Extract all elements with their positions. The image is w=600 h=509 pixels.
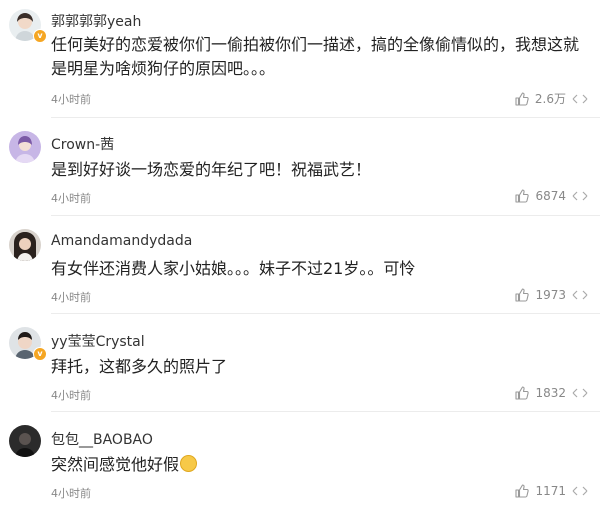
- like-button[interactable]: 1973: [515, 288, 588, 302]
- comment-username[interactable]: 郭郭郭郭yeah: [51, 11, 141, 31]
- comment-item: v yy莹莹Crystal 拜托，这都多久的照片了 4小时前 1832: [0, 314, 600, 412]
- avatar-woman-icon: [9, 229, 41, 261]
- like-button[interactable]: 1832: [515, 386, 588, 400]
- comment-text: 任何美好的恋爱被你们一偷拍被你们一描述，搞的全像偷情似的，我想这就是明星为啥烦狗…: [51, 35, 580, 78]
- more-options-icon[interactable]: [572, 189, 588, 203]
- thumbs-up-icon: [515, 386, 530, 400]
- like-count: 1171: [535, 484, 566, 498]
- comment-time: 4小时前: [51, 291, 91, 304]
- like-count: 6874: [535, 189, 566, 203]
- thumbs-up-icon: [515, 288, 530, 302]
- comment-username[interactable]: yy莹莹Crystal: [51, 331, 145, 351]
- avatar[interactable]: [9, 229, 41, 261]
- comment-username[interactable]: Crown-茜: [51, 134, 114, 154]
- verified-badge-icon: v: [33, 347, 47, 361]
- comment-username[interactable]: 包包__BAOBAO: [51, 429, 153, 449]
- comment-time: 4小时前: [51, 487, 91, 500]
- comment-text: 是到好好谈一场恋爱的年纪了吧！祝福武艺！: [51, 160, 372, 179]
- comment-text: 拜托，这都多久的照片了: [51, 357, 228, 376]
- like-button[interactable]: 1171: [515, 484, 588, 498]
- avatar-purple-icon: [9, 131, 41, 163]
- comment-username[interactable]: Amandamandydada: [51, 233, 192, 249]
- more-options-icon[interactable]: [572, 288, 588, 302]
- verified-badge-icon: v: [33, 29, 47, 43]
- comment-item: 包包__BAOBAO 突然间感觉他好假 4小时前 1171: [0, 412, 600, 509]
- more-options-icon[interactable]: [572, 386, 588, 400]
- like-button[interactable]: 2.6万: [515, 90, 588, 107]
- more-options-icon[interactable]: [572, 92, 588, 106]
- avatar-dark-icon: [9, 425, 41, 457]
- comment-item: v 郭郭郭郭yeah 任何美好的恋爱被你们一偷拍被你们一描述，搞的全像偷情似的，…: [0, 0, 600, 118]
- like-button[interactable]: 6874: [515, 189, 588, 203]
- comment-time: 4小时前: [51, 389, 91, 402]
- avatar[interactable]: [9, 425, 41, 457]
- more-options-icon[interactable]: [572, 484, 588, 498]
- comment-time: 4小时前: [51, 192, 91, 205]
- comment-text: 有女伴还消费人家小姑娘。。。妹子不过21岁。。可怜: [51, 259, 416, 278]
- thumbs-up-icon: [515, 484, 530, 498]
- like-count: 1832: [535, 386, 566, 400]
- smile-emoji-icon: [180, 455, 198, 472]
- thumbs-up-icon: [515, 189, 530, 203]
- thumbs-up-icon: [515, 91, 529, 106]
- comment-text-body: 突然间感觉他好假: [51, 455, 180, 474]
- like-count: 2.6万: [534, 92, 566, 106]
- comment-item: Crown-茜 是到好好谈一场恋爱的年纪了吧！祝福武艺！ 4小时前 6874: [0, 118, 600, 216]
- like-count: 1973: [535, 288, 566, 302]
- comment-time: 4小时前: [51, 93, 91, 106]
- comment-item: Amandamandydada 有女伴还消费人家小姑娘。。。妹子不过21岁。。可…: [0, 216, 600, 314]
- avatar[interactable]: [9, 131, 41, 163]
- comment-text: 突然间感觉他好假: [51, 453, 586, 477]
